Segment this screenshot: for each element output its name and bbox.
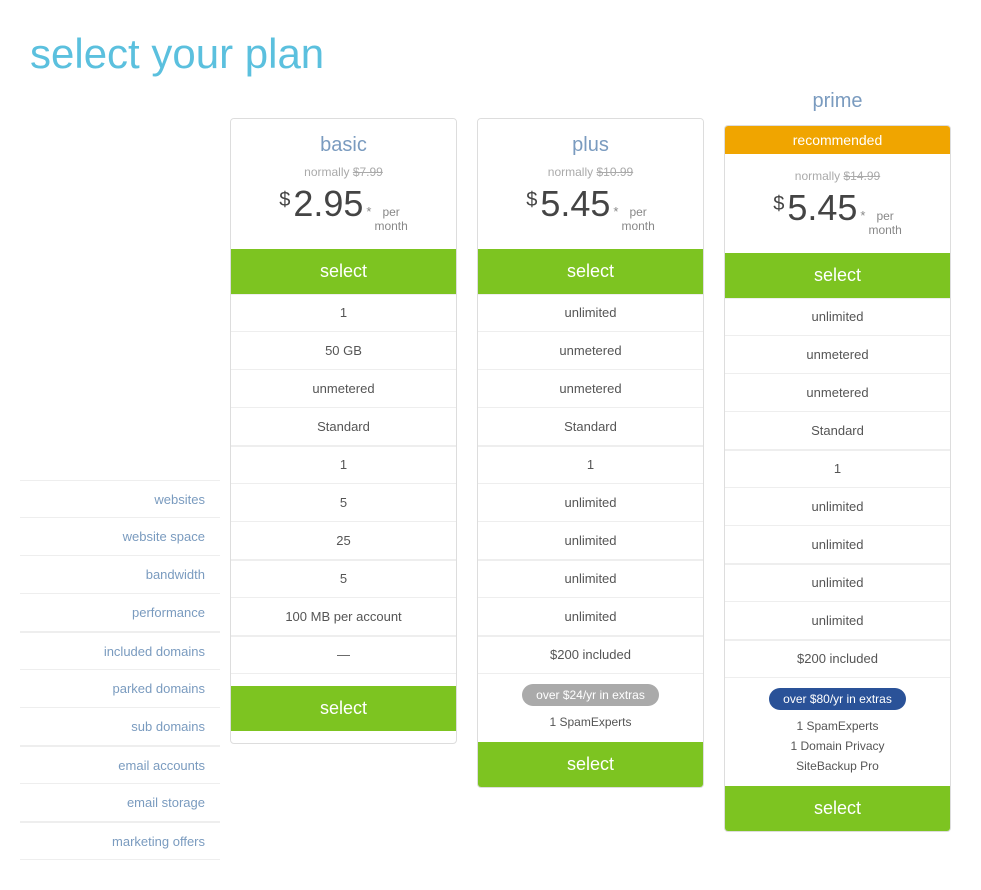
plan-plus-currency: $ [526,189,537,212]
plan-prime-extras-badge: over $80/yr in extras [769,688,906,710]
plan-prime-email-storage: unlimited [725,602,950,640]
feature-labels: websites website space bandwidth perform… [20,118,220,860]
plan-prime-performance: Standard [725,412,950,450]
feature-label-included-domains: included domains [20,632,220,670]
feature-label-bandwidth: bandwidth [20,556,220,594]
plan-prime-spam-experts: 1 SpamExperts [735,716,940,736]
plan-prime-domain-privacy: 1 Domain Privacy [735,736,940,756]
plans-container: websites website space bandwidth perform… [20,118,961,860]
plan-plus-bandwidth: unmetered [478,370,703,408]
plan-plus-included-domains: 1 [478,446,703,484]
plan-prime-normally: normally $14.99 [735,169,940,183]
plan-basic-included-domains: 1 [231,446,456,484]
plan-prime-recommended: recommended [725,126,950,154]
feature-label-sub-domains: sub domains [20,708,220,746]
plan-basic-normally: normally $7.99 [241,165,446,179]
plan-prime-price: 5.45 [787,187,857,229]
plan-plus-email-accounts: unlimited [478,560,703,598]
plan-basic-select-bottom[interactable]: select [231,686,456,731]
plan-prime-select-top[interactable]: select [725,253,950,298]
plan-prime-period: permonth [868,209,901,238]
plan-basic-email-accounts: 5 [231,560,456,598]
plan-basic-performance: Standard [231,408,456,446]
plan-plus-select-bottom[interactable]: select [478,742,703,787]
feature-label-email-storage: email storage [20,784,220,822]
plan-basic-name: basic [241,134,446,157]
feature-label-website-space: website space [20,518,220,556]
plan-plus-performance: Standard [478,408,703,446]
plan-plus-name: plus [488,134,693,157]
plan-plus-asterisk: * [613,204,618,219]
plan-prime-select-bottom[interactable]: select [725,786,950,831]
plan-prime-extras: over $80/yr in extras 1 SpamExperts 1 Do… [725,678,950,786]
plan-prime-wrapper: prime recommended normally $14.99 $ 5.45… [719,78,956,832]
feature-label-performance: performance [20,594,220,632]
plan-basic-header: basic normally $7.99 $ 2.95 * permonth [231,119,456,249]
plan-basic-period: permonth [374,205,407,234]
plan-prime-price-row: $ 5.45 * permonth [735,187,940,238]
plan-prime-marketing: $200 included [725,640,950,678]
plan-basic-price: 2.95 [293,183,363,225]
plan-basic-bandwidth: unmetered [231,370,456,408]
plan-prime: recommended normally $14.99 $ 5.45 * per… [724,125,951,832]
plan-plus-space: unmetered [478,332,703,370]
feature-label-parked-domains: parked domains [20,670,220,708]
plan-plus-websites: unlimited [478,294,703,332]
plan-basic-features: 1 50 GB unmetered Standard 1 5 25 5 100 … [231,294,456,674]
plan-plus-extras: over $24/yr in extras 1 SpamExperts [478,674,703,742]
plan-basic-websites: 1 [231,294,456,332]
plan-basic-parked-domains: 5 [231,484,456,522]
plan-prime-included-domains: 1 [725,450,950,488]
plan-basic-sub-domains: 25 [231,522,456,560]
plan-basic-select-top[interactable]: select [231,249,456,294]
plan-plus-marketing: $200 included [478,636,703,674]
plan-basic-space: 50 GB [231,332,456,370]
plan-basic-price-row: $ 2.95 * permonth [241,183,446,234]
plan-plus-sub-domains: unlimited [478,522,703,560]
plan-prime-header: normally $14.99 $ 5.45 * permonth [725,154,950,253]
feature-label-websites: websites [20,480,220,518]
plan-prime-currency: $ [773,193,784,216]
plan-plus-price-row: $ 5.45 * permonth [488,183,693,234]
plan-prime-sitebackup: SiteBackup Pro [735,756,940,776]
plan-prime-bandwidth: unmetered [725,374,950,412]
feature-label-marketing-offers: marketing offers [20,822,220,860]
plan-plus-normally: normally $10.99 [488,165,693,179]
plan-plus-wrapper: plus normally $10.99 $ 5.45 * permonth s… [472,118,709,788]
plan-plus-header: plus normally $10.99 $ 5.45 * permonth [478,119,703,249]
feature-label-email-accounts: email accounts [20,746,220,784]
plan-basic-currency: $ [279,189,290,212]
plan-plus-extras-badge: over $24/yr in extras [522,684,659,706]
plan-plus: plus normally $10.99 $ 5.45 * permonth s… [477,118,704,788]
plan-basic-wrapper: basic normally $7.99 $ 2.95 * permonth s… [225,118,462,744]
plan-prime-space: unmetered [725,336,950,374]
plan-plus-price: 5.45 [540,183,610,225]
plan-plus-parked-domains: unlimited [478,484,703,522]
plan-prime-sub-domains: unlimited [725,526,950,564]
plan-plus-period: permonth [621,205,654,234]
plan-prime-asterisk: * [860,208,865,223]
plan-basic-marketing: — [231,636,456,674]
plan-prime-name-above: prime [719,78,956,125]
page-title: select your plan [20,30,961,78]
plan-basic-asterisk: * [366,204,371,219]
plan-plus-email-storage: unlimited [478,598,703,636]
plan-plus-features: unlimited unmetered unmetered Standard 1… [478,294,703,674]
plan-prime-features: unlimited unmetered unmetered Standard 1… [725,298,950,678]
plan-prime-websites: unlimited [725,298,950,336]
plan-basic: basic normally $7.99 $ 2.95 * permonth s… [230,118,457,744]
plan-prime-email-accounts: unlimited [725,564,950,602]
plan-plus-spam-experts: 1 SpamExperts [488,712,693,732]
plan-prime-parked-domains: unlimited [725,488,950,526]
plan-basic-email-storage: 100 MB per account [231,598,456,636]
plan-plus-select-top[interactable]: select [478,249,703,294]
